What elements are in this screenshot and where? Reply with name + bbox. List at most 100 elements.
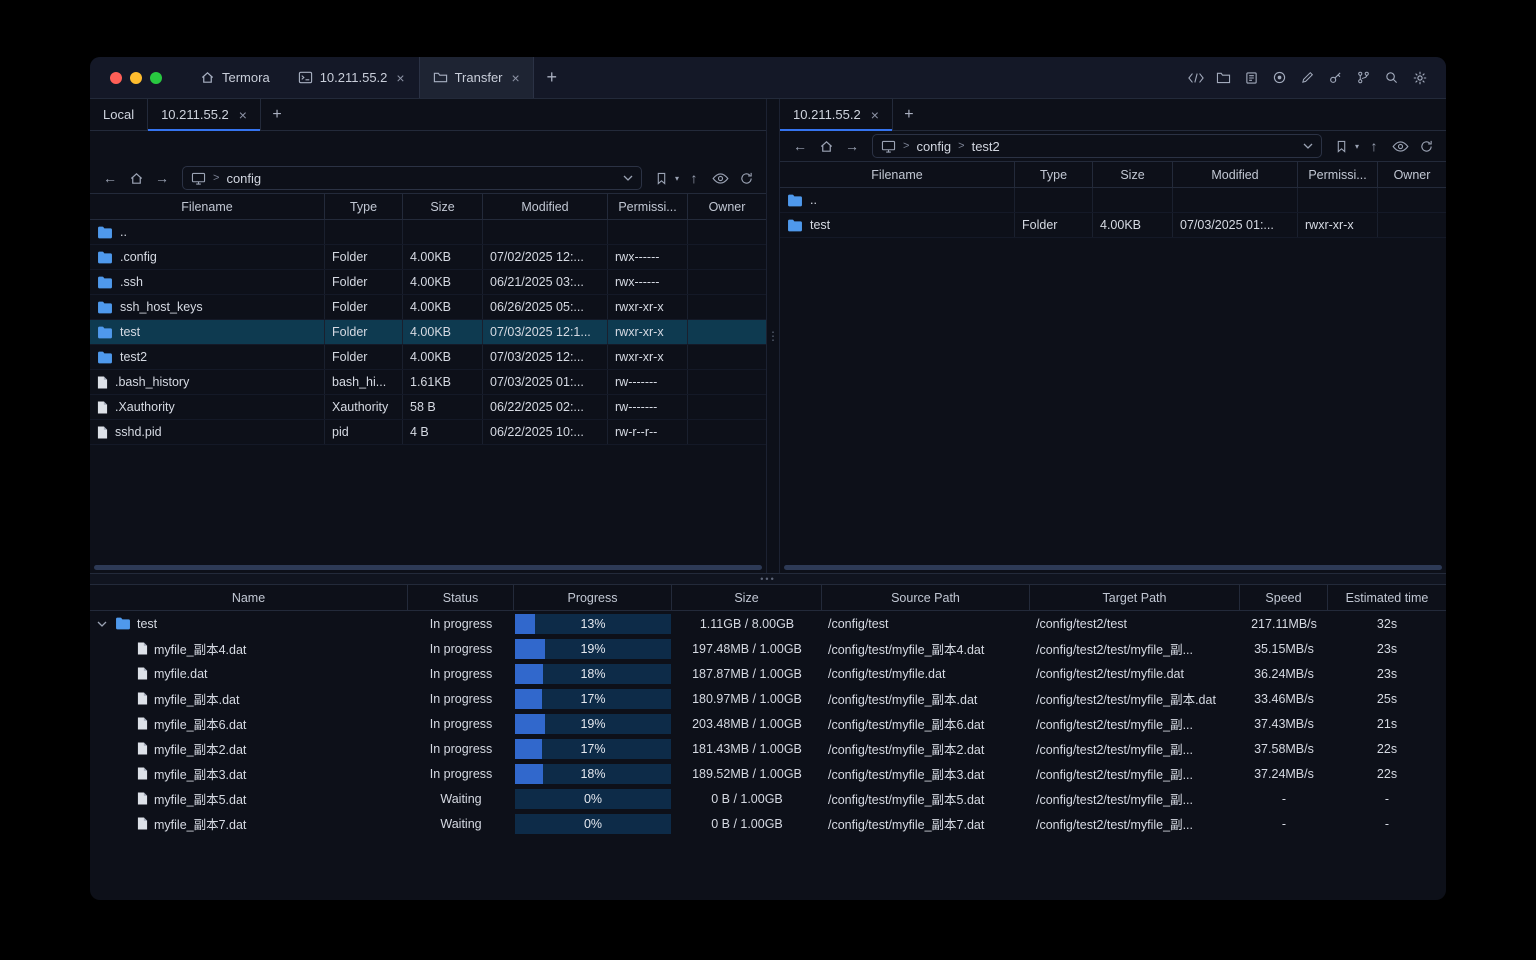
forward-button[interactable]: →	[841, 135, 863, 157]
column-header[interactable]: Progress	[514, 585, 672, 610]
transfer-row[interactable]: myfile_副本7.dat Waiting 0% 0 B / 1.00GB /…	[90, 811, 1446, 836]
parent-dir-button[interactable]: ↑	[1363, 135, 1385, 157]
file-type: Folder	[1015, 213, 1093, 237]
bookmark-dropdown-caret[interactable]: ▾	[1355, 142, 1359, 151]
table-row[interactable]: sshd.pid pid 4 B 06/22/2025 10:... rw-r-…	[90, 420, 766, 445]
column-header[interactable]: Filename	[90, 194, 325, 219]
breadcrumb: > config	[213, 171, 261, 186]
panel-tab[interactable]: 10.211.55.2 ×	[780, 99, 893, 131]
close-icon[interactable]: ×	[871, 107, 879, 123]
app-tab[interactable]: Transfer ×	[418, 57, 534, 98]
transfer-row[interactable]: test In progress 13% 1.11GB / 8.00GB /co…	[90, 611, 1446, 636]
scrollbar-thumb[interactable]	[784, 564, 1442, 570]
app-tab[interactable]: 10.211.55.2 ×	[284, 57, 419, 98]
new-panel-tab-button[interactable]: +	[893, 99, 925, 130]
back-button[interactable]: ←	[789, 135, 811, 157]
file-size: 1.61KB	[403, 370, 483, 394]
transfer-speed: 37.24MB/s	[1254, 766, 1314, 781]
forward-button[interactable]: →	[151, 167, 173, 189]
branch-icon[interactable]	[1351, 65, 1376, 90]
bookmark-dropdown-caret[interactable]: ▾	[675, 174, 679, 183]
column-header[interactable]: Permissi...	[1298, 162, 1378, 187]
file-permissions: rwx------	[608, 270, 688, 294]
new-app-tab-button[interactable]: +	[534, 57, 570, 98]
chevron-down-icon[interactable]	[1303, 143, 1313, 149]
panel-tab[interactable]: Local	[90, 99, 149, 130]
app-tab[interactable]: Termora	[186, 57, 284, 98]
bookmark-button[interactable]	[651, 167, 673, 189]
table-row[interactable]: .Xauthority Xauthority 58 B 06/22/2025 0…	[90, 395, 766, 420]
back-button[interactable]: ←	[99, 167, 121, 189]
new-panel-tab-button[interactable]: +	[261, 99, 293, 130]
column-header[interactable]: Modified	[483, 194, 608, 219]
column-header[interactable]: Size	[1093, 162, 1173, 187]
breadcrumb-segment[interactable]: config	[226, 171, 261, 186]
table-row[interactable]: test Folder 4.00KB 07/03/2025 01:... rwx…	[780, 213, 1446, 238]
settings-icon[interactable]	[1407, 65, 1432, 90]
code-icon[interactable]	[1183, 65, 1208, 90]
show-hidden-button[interactable]	[709, 167, 731, 189]
folder-icon[interactable]	[1211, 65, 1236, 90]
table-row[interactable]: ..	[780, 188, 1446, 213]
vertical-splitter[interactable]: ⋮	[766, 99, 780, 573]
table-row[interactable]: ssh_host_keys Folder 4.00KB 06/26/2025 0…	[90, 295, 766, 320]
table-row[interactable]: test2 Folder 4.00KB 07/03/2025 12:... rw…	[90, 345, 766, 370]
horizontal-splitter[interactable]: •••	[90, 573, 1446, 585]
column-header[interactable]: Size	[403, 194, 483, 219]
table-row[interactable]: .ssh Folder 4.00KB 06/21/2025 03:... rwx…	[90, 270, 766, 295]
transfer-row[interactable]: myfile_副本4.dat In progress 19% 197.48MB …	[90, 636, 1446, 661]
close-icon[interactable]: ×	[512, 70, 520, 86]
transfer-row[interactable]: myfile_副本5.dat Waiting 0% 0 B / 1.00GB /…	[90, 786, 1446, 811]
parent-dir-button[interactable]: ↑	[683, 167, 705, 189]
refresh-button[interactable]	[1415, 135, 1437, 157]
column-header[interactable]: Speed	[1240, 585, 1328, 610]
right-path-breadcrumb[interactable]: > config > test2	[872, 134, 1322, 158]
refresh-button[interactable]	[735, 167, 757, 189]
breadcrumb-segment[interactable]: config	[916, 139, 951, 154]
column-header[interactable]: Filename	[780, 162, 1015, 187]
maximize-window-button[interactable]	[150, 71, 162, 84]
column-header[interactable]: Modified	[1173, 162, 1298, 187]
progress-label: 0%	[583, 816, 603, 831]
column-header[interactable]: Estimated time	[1328, 585, 1446, 610]
key-icon[interactable]	[1323, 65, 1348, 90]
transfer-row[interactable]: myfile_副本6.dat In progress 19% 203.48MB …	[90, 711, 1446, 736]
show-hidden-button[interactable]	[1389, 135, 1411, 157]
column-header[interactable]: Target Path	[1030, 585, 1240, 610]
close-icon[interactable]: ×	[396, 70, 404, 86]
table-row[interactable]: .bash_history bash_hi... 1.61KB 07/03/20…	[90, 370, 766, 395]
table-row[interactable]: ..	[90, 220, 766, 245]
table-row[interactable]: .config Folder 4.00KB 07/02/2025 12:... …	[90, 245, 766, 270]
left-path-breadcrumb[interactable]: > config	[182, 166, 642, 190]
column-header[interactable]: Size	[672, 585, 822, 610]
column-header[interactable]: Owner	[688, 194, 766, 219]
panel-tab[interactable]: 10.211.55.2 ×	[148, 99, 261, 131]
column-header[interactable]: Type	[1015, 162, 1093, 187]
transfer-row[interactable]: myfile.dat In progress 18% 187.87MB / 1.…	[90, 661, 1446, 686]
chevron-down-icon[interactable]	[623, 175, 633, 181]
transfer-row[interactable]: myfile_副本.dat In progress 17% 180.97MB /…	[90, 686, 1446, 711]
breadcrumb-segment[interactable]: test2	[972, 139, 1000, 154]
bookmark-button[interactable]	[1331, 135, 1353, 157]
column-header[interactable]: Permissi...	[608, 194, 688, 219]
record-icon[interactable]	[1267, 65, 1292, 90]
close-icon[interactable]: ×	[239, 107, 247, 123]
journal-icon[interactable]	[1239, 65, 1264, 90]
scrollbar-thumb[interactable]	[94, 564, 762, 570]
close-window-button[interactable]	[110, 71, 122, 84]
column-header[interactable]: Status	[408, 585, 514, 610]
column-header[interactable]: Source Path	[822, 585, 1030, 610]
column-header[interactable]: Type	[325, 194, 403, 219]
transfer-row[interactable]: myfile_副本3.dat In progress 18% 189.52MB …	[90, 761, 1446, 786]
table-row[interactable]: test Folder 4.00KB 07/03/2025 12:1... rw…	[90, 320, 766, 345]
transfer-size: 189.52MB / 1.00GB	[692, 766, 802, 781]
edit-icon[interactable]	[1295, 65, 1320, 90]
home-button[interactable]	[125, 167, 147, 189]
expand-chevron-icon[interactable]	[97, 621, 109, 627]
column-header[interactable]: Name	[90, 585, 408, 610]
column-header[interactable]: Owner	[1378, 162, 1446, 187]
transfer-row[interactable]: myfile_副本2.dat In progress 17% 181.43MB …	[90, 736, 1446, 761]
minimize-window-button[interactable]	[130, 71, 142, 84]
home-button[interactable]	[815, 135, 837, 157]
search-icon[interactable]	[1379, 65, 1404, 90]
